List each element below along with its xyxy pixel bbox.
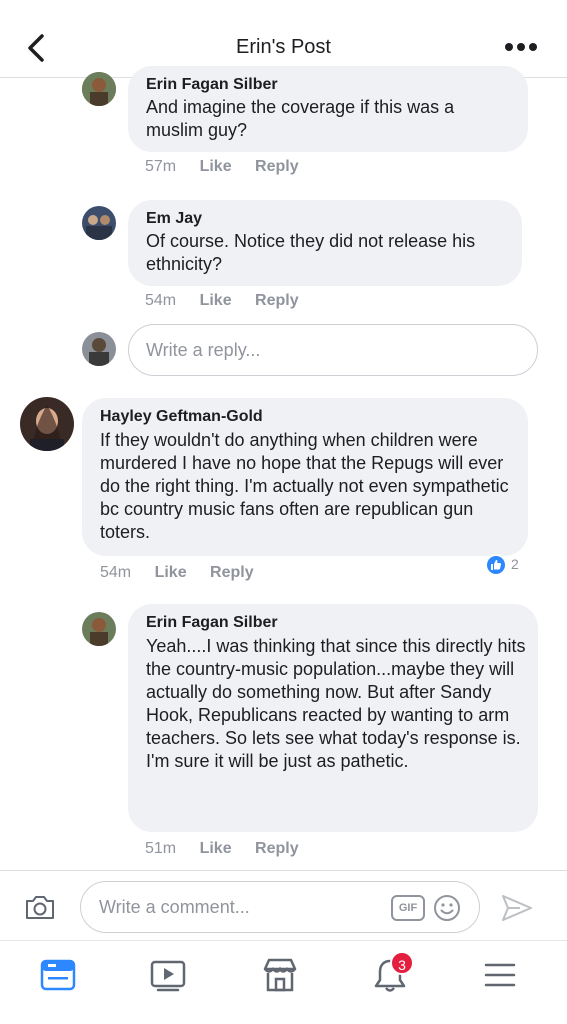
comment-text: Of course. Notice they did not release h… [146, 231, 476, 274]
reply-button[interactable]: Reply [210, 564, 254, 581]
comment-meta: 57m Like Reply [145, 158, 318, 176]
comment-bubble: Em Jay Of course. Notice they did not re… [128, 200, 522, 286]
reply-input[interactable]: Write a reply... [128, 324, 538, 376]
comment-text: And imagine the coverage if this was a m… [146, 97, 455, 140]
menu-icon[interactable] [480, 955, 520, 995]
like-button[interactable]: Like [200, 292, 232, 309]
emoji-icon[interactable] [433, 894, 461, 922]
avatar[interactable] [82, 72, 116, 106]
camera-icon[interactable] [24, 893, 56, 921]
marketplace-icon[interactable] [260, 955, 300, 995]
comment-meta: 54m Like Reply [100, 564, 273, 582]
send-icon[interactable] [500, 893, 534, 923]
comment-input[interactable]: Write a comment... GIF [80, 881, 480, 933]
watch-icon[interactable] [148, 955, 188, 995]
reaction-count-label: 2 [511, 556, 519, 572]
comment-author[interactable]: Em Jay [146, 210, 202, 228]
notification-badge: 3 [390, 951, 414, 975]
bottom-tab-bar: 3 [0, 940, 567, 1024]
avatar[interactable] [82, 206, 116, 240]
like-reaction-icon [485, 554, 507, 576]
comment-time: 54m [100, 564, 132, 581]
comment-bubble: Erin Fagan Silber Yeah....I was thinking… [128, 604, 538, 832]
comment-bubble: Hayley Geftman-Gold If they wouldn't do … [82, 398, 528, 556]
reply-button[interactable]: Reply [255, 158, 299, 175]
news-feed-icon[interactable] [38, 955, 78, 995]
comment-time: 54m [145, 292, 177, 309]
comment-bubble: Erin Fagan Silber And imagine the covera… [128, 66, 528, 152]
reply-button[interactable]: Reply [255, 840, 299, 857]
comment-composer: Write a comment... GIF [0, 870, 567, 940]
page-title: Erin's Post [236, 36, 331, 58]
like-button[interactable]: Like [200, 158, 232, 175]
reply-button[interactable]: Reply [255, 292, 299, 309]
comment-author[interactable]: Erin Fagan Silber [146, 614, 278, 632]
comment-meta: 51m Like Reply [145, 840, 318, 858]
comment-time: 51m [145, 840, 177, 857]
like-button[interactable]: Like [155, 564, 187, 581]
avatar[interactable] [20, 397, 74, 451]
reply-placeholder: Write a reply... [146, 340, 261, 360]
comment-author[interactable]: Hayley Geftman-Gold [100, 408, 263, 426]
like-button[interactable]: Like [200, 840, 232, 857]
avatar[interactable] [82, 612, 116, 646]
comment-meta: 54m Like Reply [145, 292, 318, 310]
more-dots-icon[interactable] [501, 32, 541, 62]
comment-placeholder: Write a comment... [99, 897, 250, 917]
gif-button[interactable]: GIF [391, 895, 425, 921]
comment-text: If they wouldn't do anything when childr… [100, 430, 509, 542]
comment-time: 57m [145, 158, 177, 175]
comment-text: Yeah....I was thinking that since this d… [146, 636, 526, 771]
comment-author[interactable]: Erin Fagan Silber [146, 76, 278, 94]
notifications-icon[interactable]: 3 [370, 951, 414, 995]
current-user-avatar [82, 332, 116, 366]
